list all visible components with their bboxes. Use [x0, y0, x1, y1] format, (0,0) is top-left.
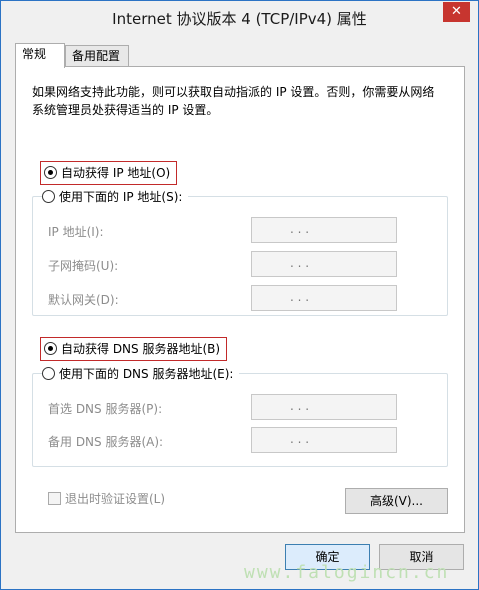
description-text: 如果网络支持此功能，则可以获取自动指派的 IP 设置。否则，你需要从网络系统管理… [32, 85, 435, 117]
ip-address-input[interactable]: . . . [251, 217, 397, 243]
subnet-mask-input[interactable]: . . . [251, 251, 397, 277]
radio-unchecked-icon [42, 190, 55, 203]
validate-on-exit-label: 退出时验证设置(L) [65, 492, 166, 506]
close-icon: ✕ [451, 4, 462, 19]
close-button[interactable]: ✕ [443, 2, 470, 22]
default-gateway-label: 默认网关(D): [48, 293, 119, 307]
manual-dns-radio[interactable]: 使用下面的 DNS 服务器地址(E): [42, 363, 240, 385]
validate-on-exit-checkbox[interactable]: 退出时验证设置(L) [48, 490, 165, 507]
default-gateway-input[interactable]: . . . [251, 285, 397, 311]
general-panel: 如果网络支持此功能，则可以获取自动指派的 IP 设置。否则，你需要从网络系统管理… [15, 66, 465, 533]
manual-ip-label: 使用下面的 IP 地址(S): [59, 190, 183, 204]
tab-alternate-config[interactable]: 备用配置 [65, 45, 129, 67]
gateway-dots: . . . [290, 290, 310, 304]
subnet-dots: . . . [290, 256, 310, 270]
preferred-dns-input[interactable]: . . . [251, 394, 397, 420]
alternate-dns-dots: . . . [290, 432, 310, 446]
tcpip-properties-dialog: Internet 协议版本 4 (TCP/IPv4) 属性 ✕ 常规 备用配置 … [0, 0, 479, 590]
alternate-dns-input[interactable]: . . . [251, 427, 397, 453]
auto-ip-label: 自动获得 IP 地址(O) [61, 166, 171, 180]
tab-general[interactable]: 常规 [15, 43, 65, 68]
window-title: Internet 协议版本 4 (TCP/IPv4) 属性 [112, 10, 367, 28]
ip-dots: . . . [290, 222, 310, 236]
checkbox-icon [48, 492, 61, 505]
advanced-button[interactable]: 高级(V)... [345, 488, 448, 514]
ip-address-label: IP 地址(I): [48, 225, 104, 239]
preferred-dns-dots: . . . [290, 399, 310, 413]
watermark-text: www.falogincn.cn [244, 562, 450, 583]
preferred-dns-label: 首选 DNS 服务器(P): [48, 402, 163, 416]
subnet-mask-label: 子网掩码(U): [48, 259, 119, 273]
alternate-dns-label: 备用 DNS 服务器(A): [48, 435, 164, 449]
auto-ip-radio[interactable]: 自动获得 IP 地址(O) [40, 161, 178, 185]
auto-dns-label: 自动获得 DNS 服务器地址(B) [61, 342, 221, 356]
manual-dns-label: 使用下面的 DNS 服务器地址(E): [59, 367, 234, 381]
title-bar: Internet 协议版本 4 (TCP/IPv4) 属性 ✕ [1, 1, 478, 32]
manual-ip-radio[interactable]: 使用下面的 IP 地址(S): [42, 186, 189, 208]
radio-checked-icon [44, 166, 57, 179]
radio-unchecked-icon [42, 367, 55, 380]
auto-dns-radio[interactable]: 自动获得 DNS 服务器地址(B) [40, 337, 228, 361]
radio-checked-icon [44, 342, 57, 355]
